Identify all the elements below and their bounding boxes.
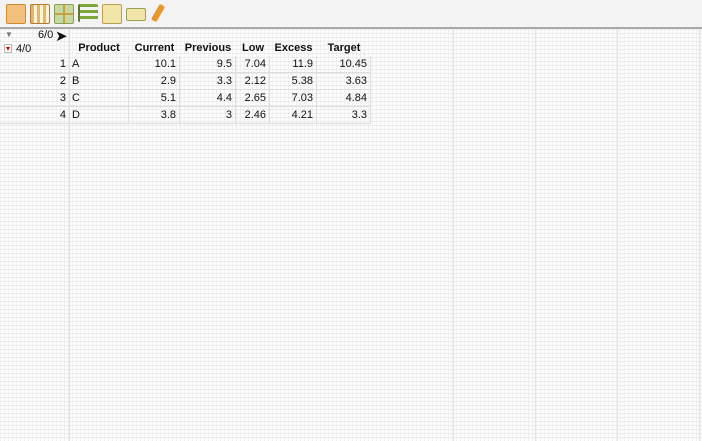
mouse-cursor-icon: ➤: [55, 28, 68, 45]
toolbar: [0, 0, 702, 29]
table-cell[interactable]: 3.63: [317, 73, 371, 90]
column-count: 6/0: [38, 29, 54, 41]
table-cell[interactable]: 10.45: [317, 56, 371, 73]
table-cell[interactable]: 7.03: [270, 90, 317, 107]
row-number[interactable]: 1: [0, 56, 69, 73]
table-cell[interactable]: 9.5: [180, 56, 236, 73]
edit-pencil-icon[interactable]: [150, 3, 166, 23]
disclosure-triangle-icon[interactable]: ▼: [5, 30, 13, 39]
grid-icon[interactable]: [54, 4, 74, 24]
table-cell[interactable]: 4.21: [270, 107, 317, 124]
table-cell[interactable]: D: [69, 107, 129, 124]
table-cell[interactable]: 5.38: [270, 73, 317, 90]
table-cell[interactable]: 2.46: [236, 107, 270, 124]
row-count: 4/0: [16, 43, 32, 55]
divider: [617, 29, 618, 441]
distribution-icon[interactable]: [78, 4, 98, 22]
row-number[interactable]: 4: [0, 107, 69, 124]
table-cell[interactable]: 5.1: [129, 90, 180, 107]
column-header-excess[interactable]: Excess: [270, 40, 317, 56]
script-icon[interactable]: [126, 8, 146, 21]
column-header-target[interactable]: Target: [317, 40, 371, 56]
divider: [453, 29, 454, 441]
divider: [535, 29, 536, 441]
row-number[interactable]: 3: [0, 90, 69, 107]
table-cell[interactable]: 3.3: [180, 73, 236, 90]
data-table-icon[interactable]: [6, 4, 26, 24]
table-cell[interactable]: 4.4: [180, 90, 236, 107]
column-header-current[interactable]: Current: [129, 40, 180, 56]
table-cell[interactable]: 2.12: [236, 73, 270, 90]
column-header-product[interactable]: Product: [69, 40, 129, 56]
table-cell[interactable]: A: [69, 56, 129, 73]
table-cell[interactable]: 2.9: [129, 73, 180, 90]
table-cell[interactable]: B: [69, 73, 129, 90]
table-cell[interactable]: C: [69, 90, 129, 107]
rows-menu-icon[interactable]: ▾: [4, 44, 13, 53]
columns-icon[interactable]: [30, 4, 50, 24]
row-number[interactable]: 2: [0, 73, 69, 90]
table-cell[interactable]: 3.8: [129, 107, 180, 124]
column-header-previous[interactable]: Previous: [180, 40, 236, 56]
table-cell[interactable]: 11.9: [270, 56, 317, 73]
table-cell[interactable]: 3.3: [317, 107, 371, 124]
column-header-low[interactable]: Low: [236, 40, 270, 56]
fit-xy-icon[interactable]: [102, 4, 122, 24]
table-cell[interactable]: 10.1: [129, 56, 180, 73]
table-cell[interactable]: 3: [180, 107, 236, 124]
table-cell[interactable]: 7.04: [236, 56, 270, 73]
table-corner: ▼ 6/0 ▾ 4/0 ➤: [0, 28, 70, 56]
table-cell[interactable]: 4.84: [317, 90, 371, 107]
divider: [699, 29, 700, 441]
table-cell[interactable]: 2.65: [236, 90, 270, 107]
